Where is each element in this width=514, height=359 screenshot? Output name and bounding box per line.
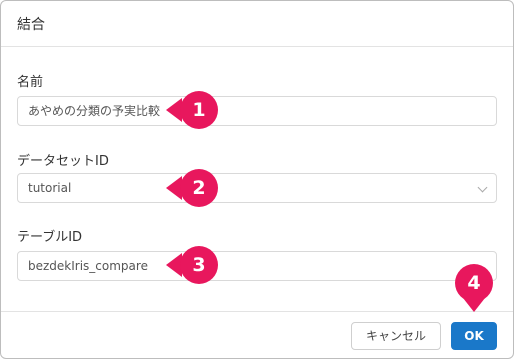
callout-3: 3 bbox=[180, 246, 218, 284]
dataset-id-label: データセットID bbox=[17, 154, 109, 169]
dialog-footer: キャンセル OK bbox=[1, 311, 513, 358]
dataset-id-select[interactable]: tutorial bbox=[17, 173, 497, 203]
name-label: 名前 bbox=[17, 75, 44, 90]
cancel-button[interactable]: キャンセル bbox=[351, 322, 441, 350]
table-id-input[interactable]: bezdekIris_compare bbox=[17, 251, 497, 281]
dataset-id-value: tutorial bbox=[28, 181, 72, 195]
chevron-down-icon bbox=[477, 182, 488, 193]
dialog-header: 結合 bbox=[1, 1, 513, 47]
callout-2: 2 bbox=[180, 169, 218, 207]
callout-4-pointer bbox=[463, 298, 485, 312]
callout-4: 4 bbox=[455, 264, 493, 302]
dialog-title: 結合 bbox=[17, 17, 45, 33]
table-id-label: テーブルID bbox=[17, 230, 83, 245]
callout-1: 1 bbox=[180, 91, 218, 129]
join-dialog: 結合 名前 あやめの分類の予実比較 データセットID tutorial テーブル… bbox=[0, 0, 514, 359]
ok-button[interactable]: OK bbox=[451, 322, 497, 350]
name-input[interactable]: あやめの分類の予実比較 bbox=[17, 96, 497, 126]
